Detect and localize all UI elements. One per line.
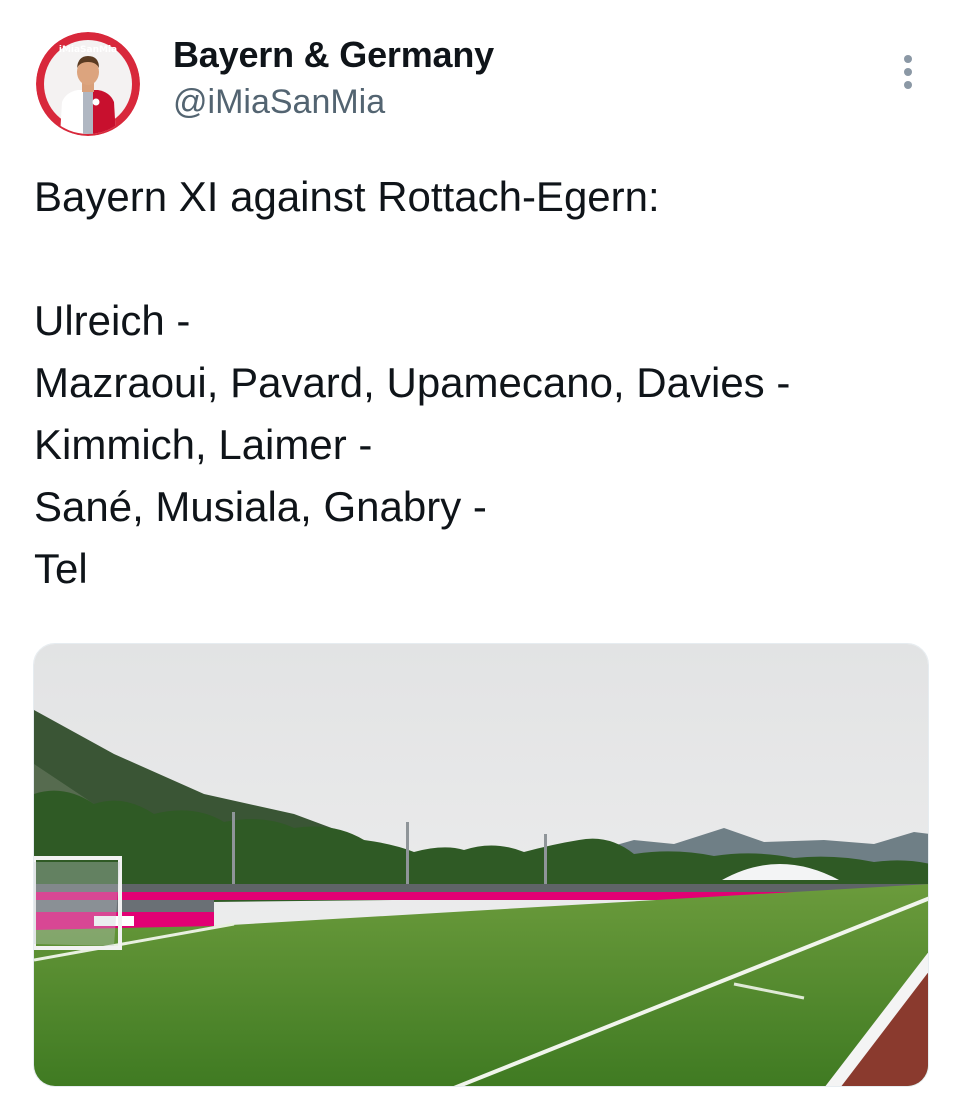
tweet-card: iMiaSanMia Bayern & Germany @iMiaSanMia … — [0, 0, 960, 1098]
tweet-text: Bayern XI against Rottach-Egern: Ulreich… — [34, 166, 934, 600]
more-options-button[interactable] — [890, 50, 926, 94]
more-vertical-icon-dot — [904, 68, 912, 76]
tweet-line: Ulreich - — [34, 297, 191, 344]
tweet-line: Kimmich, Laimer - — [34, 421, 373, 468]
author-handle[interactable]: @iMiaSanMia — [173, 83, 385, 122]
tweet-line: Mazraoui, Pavard, Upamecano, Davies - — [34, 359, 791, 406]
more-vertical-icon-dot — [904, 81, 912, 89]
avatar-ring-text: iMiaSanMia — [59, 45, 117, 55]
tweet-line — [34, 228, 934, 290]
author-display-name[interactable]: Bayern & Germany — [173, 34, 494, 76]
tweet-line: Tel — [34, 545, 88, 592]
tweet-line: Bayern XI against Rottach-Egern: — [34, 173, 660, 220]
more-vertical-icon — [904, 55, 912, 63]
author-avatar[interactable]: iMiaSanMia — [36, 32, 140, 136]
tweet-media-photo[interactable] — [33, 643, 929, 1087]
football-pitch-photo — [34, 644, 928, 1086]
tweet-line: Sané, Musiala, Gnabry - — [34, 483, 487, 530]
avatar-image: iMiaSanMia — [36, 32, 140, 136]
